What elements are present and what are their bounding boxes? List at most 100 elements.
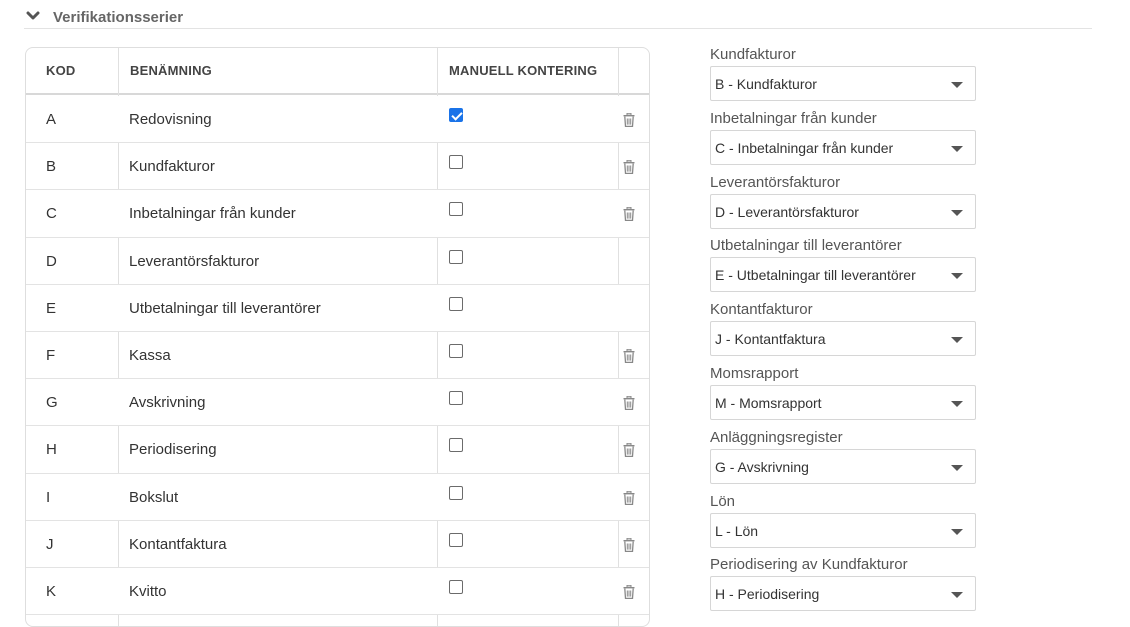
chevron-down-icon[interactable] <box>26 11 40 21</box>
setting-label: Lön <box>710 492 736 510</box>
dropdown-arrow-icon[interactable] <box>951 273 963 280</box>
series-select[interactable]: B - Kundfakturor <box>710 66 976 101</box>
row-code: K <box>46 582 57 600</box>
setting-field: Utbetalningar till leverantörer E - Utbet… <box>710 237 976 301</box>
series-select[interactable]: J - Kontantfaktura <box>710 321 976 357</box>
select-value: L - Lön <box>715 522 759 539</box>
setting-field: Kontantfakturor J - Kontantfaktura <box>710 301 976 365</box>
table-row: C Inbetalningar från kunder <box>26 190 649 238</box>
section-header[interactable]: Verifikationsserier <box>24 0 1092 29</box>
setting-field: Anläggningsregister G - Avskrivning <box>710 429 976 493</box>
row-name[interactable]: Avskrivning <box>129 379 205 426</box>
series-select[interactable]: M - Momsrapport <box>710 384 976 420</box>
trash-icon[interactable] <box>623 443 635 458</box>
setting-label: Inbetalningar från kunder <box>710 109 877 127</box>
dropdown-arrow-icon[interactable] <box>951 145 963 152</box>
table-row: H Periodisering <box>26 426 649 474</box>
row-name[interactable]: Utbetalningar till leverantörer <box>129 285 321 332</box>
table-row: D Leverantörsfakturor <box>26 238 649 285</box>
table-body: A Redovisning B Kundfakturor C Inbetalningar … <box>26 96 649 616</box>
trash-icon[interactable] <box>623 537 635 552</box>
row-code: B <box>46 158 57 176</box>
select-value: J - Kontantfaktura <box>715 331 826 348</box>
setting-label: Periodisering av Kundfakturor <box>710 556 908 574</box>
manual-posting-checkbox[interactable] <box>449 296 463 311</box>
manual-posting-checkbox[interactable] <box>449 485 463 500</box>
setting-label: Kontantfakturor <box>710 301 813 319</box>
row-name[interactable]: Periodisering <box>129 426 217 473</box>
row-name[interactable]: Bokslut <box>129 474 178 521</box>
setting-label: Momsrapport <box>710 364 799 382</box>
trash-icon[interactable] <box>623 348 635 363</box>
setting-label: Anläggningsregister <box>710 428 843 446</box>
header-name: BENÄMNING <box>130 63 212 78</box>
row-code: J <box>46 535 54 553</box>
table-row: I Bokslut <box>26 473 649 521</box>
manual-posting-checkbox[interactable] <box>449 579 463 594</box>
dropdown-arrow-icon[interactable] <box>951 400 963 407</box>
row-name[interactable]: Redovisning <box>129 96 212 143</box>
section-title: Verifikationsserier <box>53 9 184 26</box>
row-code: H <box>46 441 57 459</box>
series-select[interactable]: C - Inbetalningar från kunder <box>710 129 976 165</box>
row-code: A <box>46 111 57 128</box>
trash-icon[interactable] <box>623 160 635 175</box>
dropdown-arrow-icon[interactable] <box>951 337 963 344</box>
manual-posting-checkbox[interactable] <box>449 155 463 170</box>
dropdown-arrow-icon[interactable] <box>951 592 963 599</box>
row-name[interactable]: Leverantörsfakturor <box>129 238 259 285</box>
header-manual: MANUELL KONTERING <box>449 63 598 78</box>
setting-field: Lön L - Lön <box>710 493 976 557</box>
manual-posting-checkbox[interactable] <box>449 532 463 547</box>
table-row: G Avskrivning <box>26 379 649 427</box>
manual-posting-checkbox[interactable] <box>449 202 463 217</box>
setting-field: Momsrapport M - Momsrapport <box>710 365 976 429</box>
manual-posting-checkbox[interactable] <box>449 249 463 264</box>
setting-label: Utbetalningar till leverantörer <box>710 237 902 255</box>
series-select[interactable]: H - Periodisering <box>710 576 976 612</box>
series-select[interactable]: D - Leverantörsfakturor <box>710 193 976 229</box>
select-value: C - Inbetalningar från kunder <box>715 139 894 156</box>
trash-icon[interactable] <box>623 584 635 599</box>
setting-field: Periodisering av Kundfakturor H - Periodi… <box>710 556 976 620</box>
row-name[interactable]: Kundfakturor <box>129 143 215 190</box>
dropdown-arrow-icon[interactable] <box>951 209 963 216</box>
series-table: KOD BENÄMNING MANUELL KONTERING A Redovis… <box>25 47 650 627</box>
setting-field: Inbetalningar från kunder C - Inbetalning… <box>710 110 976 174</box>
table-row: E Utbetalningar till leverantörer <box>26 284 649 332</box>
select-value: D - Leverantörsfakturor <box>715 203 859 220</box>
trash-icon[interactable] <box>623 207 635 222</box>
row-name[interactable]: Kassa <box>129 332 171 379</box>
manual-posting-checkbox[interactable] <box>449 343 463 358</box>
select-value: G - Avskrivning <box>715 458 809 475</box>
manual-posting-checkbox[interactable] <box>449 438 463 453</box>
manual-posting-checkbox[interactable] <box>449 391 463 406</box>
table-row: B Kundfakturor <box>26 143 649 191</box>
row-code: G <box>46 394 58 412</box>
row-code: C <box>46 205 57 223</box>
row-name[interactable]: Kvitto <box>129 568 167 615</box>
setting-label: Leverantörsfakturor <box>710 173 841 191</box>
row-name[interactable]: Inbetalningar från kunder <box>129 190 296 237</box>
select-value: B - Kundfakturor <box>715 76 817 92</box>
trash-icon[interactable] <box>623 113 635 127</box>
setting-label: Kundfakturor <box>710 46 796 63</box>
dropdown-arrow-icon[interactable] <box>951 82 963 88</box>
row-code: F <box>46 346 56 364</box>
default-series-form: Kundfakturor B - Kundfakturor Inbetalninga… <box>710 46 976 620</box>
series-select[interactable]: G - Avskrivning <box>710 448 976 484</box>
row-name[interactable]: Kontantfaktura <box>129 521 227 568</box>
table-row: K Kvitto <box>26 567 649 616</box>
dropdown-arrow-icon[interactable] <box>951 464 963 471</box>
table-header: KOD BENÄMNING MANUELL KONTERING <box>26 48 649 95</box>
dropdown-arrow-icon[interactable] <box>951 528 963 535</box>
trash-icon[interactable] <box>623 490 635 505</box>
series-select[interactable]: L - Lön <box>710 512 976 548</box>
row-code: I <box>46 488 51 506</box>
manual-posting-checkbox[interactable] <box>449 108 463 122</box>
series-select[interactable]: E - Utbetalningar till leverantörer <box>710 257 976 293</box>
trash-icon[interactable] <box>623 396 635 411</box>
table-row: A Redovisning <box>26 96 649 144</box>
setting-field: Kundfakturor B - Kundfakturor <box>710 46 976 110</box>
row-code: D <box>46 252 57 270</box>
